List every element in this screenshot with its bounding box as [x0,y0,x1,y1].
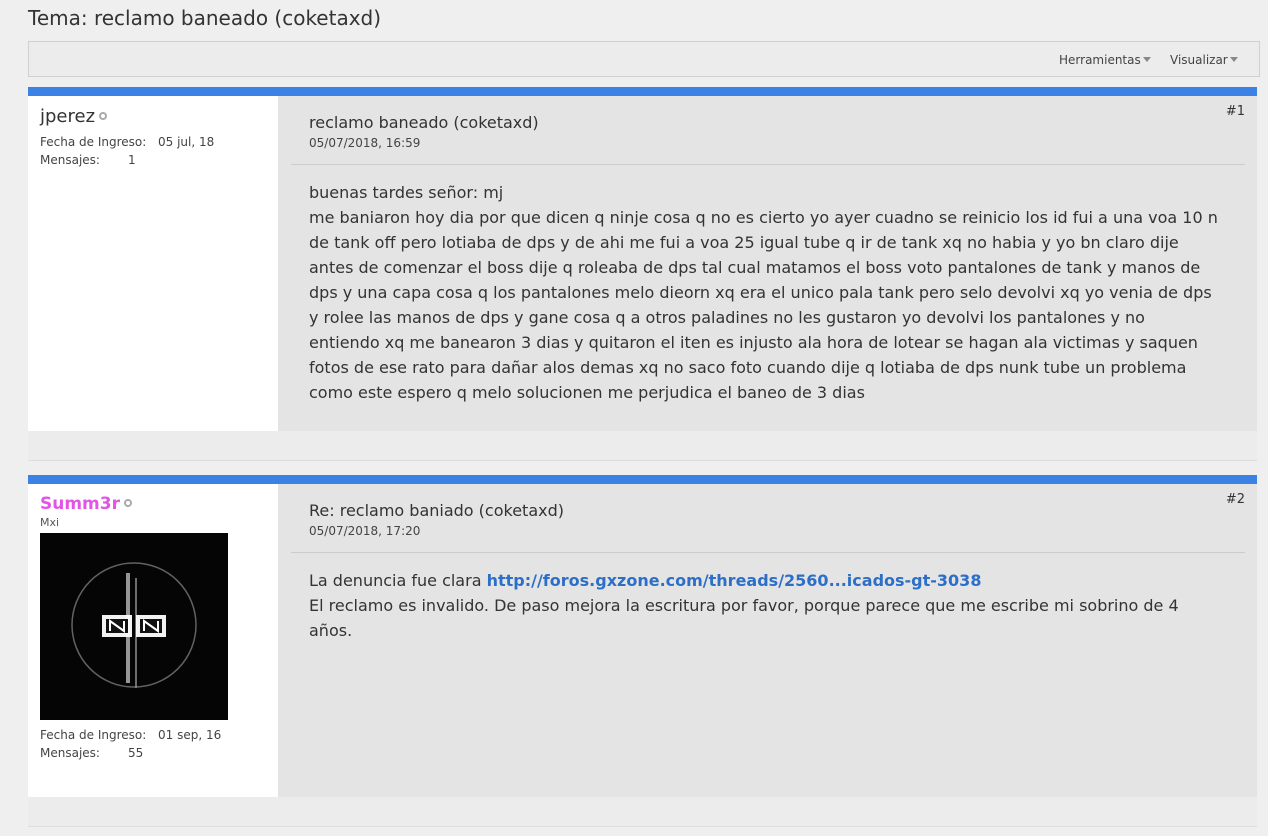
join-date-value: 05 jul, 18 [158,135,215,149]
post-number-link[interactable]: #1 [1226,104,1245,119]
tools-menu-button[interactable]: Herramientas [1059,53,1151,67]
offline-status-icon [99,112,108,120]
thread-title: Tema: reclamo baneado (coketaxd) [28,6,382,30]
join-date-value: 01 sep, 16 [158,728,222,742]
post-body: buenas tardes señor: mj me baniaron hoy … [309,180,1245,405]
join-date-label: Fecha de Ingreso: [40,135,147,149]
post-count: Mensajes: 1 [40,153,266,167]
post-content: #2 Re: reclamo baniado (coketaxd) 05/07/… [278,484,1257,797]
body-line: como este espero q melo solucionen me pe… [309,383,865,402]
body-line: antes de comenzar el boss dije q roleaba… [309,258,1201,277]
post-body: La denuncia fue clara http://foros.gxzon… [309,568,1245,643]
post-date: 05/07/2018, 16:59 [309,136,421,150]
avatar[interactable] [40,533,228,720]
post-footer [28,431,1257,461]
chevron-down-icon [1229,57,1238,62]
user-title: Mxi [40,516,60,529]
thread-toolbar: Herramientas Visualizar [28,41,1260,77]
body-line: buenas tardes señor: mj [309,183,504,202]
username-link[interactable]: jperez [40,106,95,127]
body-line: de tank off pero lotiaba de dps y de ahi… [309,233,1179,252]
body-line: fotos de ese rato para dañar alos demas … [309,358,1187,377]
post-header-bar [28,475,1257,484]
divider [291,164,1245,165]
username-link[interactable]: Summ3r [40,494,120,514]
post-content: #1 reclamo baneado (coketaxd) 05/07/2018… [278,96,1257,431]
join-date-label: Fecha de Ingreso: [40,728,147,742]
view-menu-label: Visualizar [1170,53,1228,67]
post-count-value: 55 [128,746,144,760]
post-count-label: Mensajes: [40,153,100,167]
post-count: Mensajes: 55 [40,746,266,760]
thread-link[interactable]: http://foros.gxzone.com/threads/2560...i… [487,571,982,590]
post-title: Re: reclamo baniado (coketaxd) [309,501,564,520]
post-footer [28,797,1257,827]
post-number-link[interactable]: #2 [1226,492,1245,507]
post-1: jperez Fecha de Ingreso: 05 jul, 18 Mens… [28,87,1257,461]
body-line: entiendo xq me banearon 3 dias y quitaro… [309,333,1198,352]
join-date: Fecha de Ingreso: 01 sep, 16 [40,728,266,742]
chevron-down-icon [1142,57,1151,62]
body-line: me baniaron hoy dia por que dicen q ninj… [309,208,1218,227]
post-count-value: 1 [128,153,136,167]
body-line: y rolee las manos de dps y gane cosa q a… [309,308,1145,327]
divider [291,552,1245,553]
post-count-label: Mensajes: [40,746,100,760]
body-line: La denuncia fue clara http://foros.gxzon… [309,568,1245,593]
post-2: Summ3r Mxi Fecha de Ingreso: 01 sep, 16 … [28,475,1257,827]
body-line: dps y una capa cosa q los pantalones mel… [309,283,1212,302]
body-line: años. [309,621,353,640]
post-title: reclamo baneado (coketaxd) [309,113,539,132]
post-date: 05/07/2018, 17:20 [309,524,421,538]
view-menu-button[interactable]: Visualizar [1170,53,1238,67]
user-info-panel: jperez Fecha de Ingreso: 05 jul, 18 Mens… [28,96,278,431]
body-line: El reclamo es invalido. De paso mejora l… [309,596,1179,615]
user-info-panel: Summ3r Mxi Fecha de Ingreso: 01 sep, 16 … [28,484,278,797]
join-date: Fecha de Ingreso: 05 jul, 18 [40,135,266,149]
nin-logo-icon [40,533,228,720]
tools-menu-label: Herramientas [1059,53,1141,67]
post-header-bar [28,87,1257,96]
body-text: La denuncia fue clara [309,571,487,590]
offline-status-icon [124,499,132,507]
